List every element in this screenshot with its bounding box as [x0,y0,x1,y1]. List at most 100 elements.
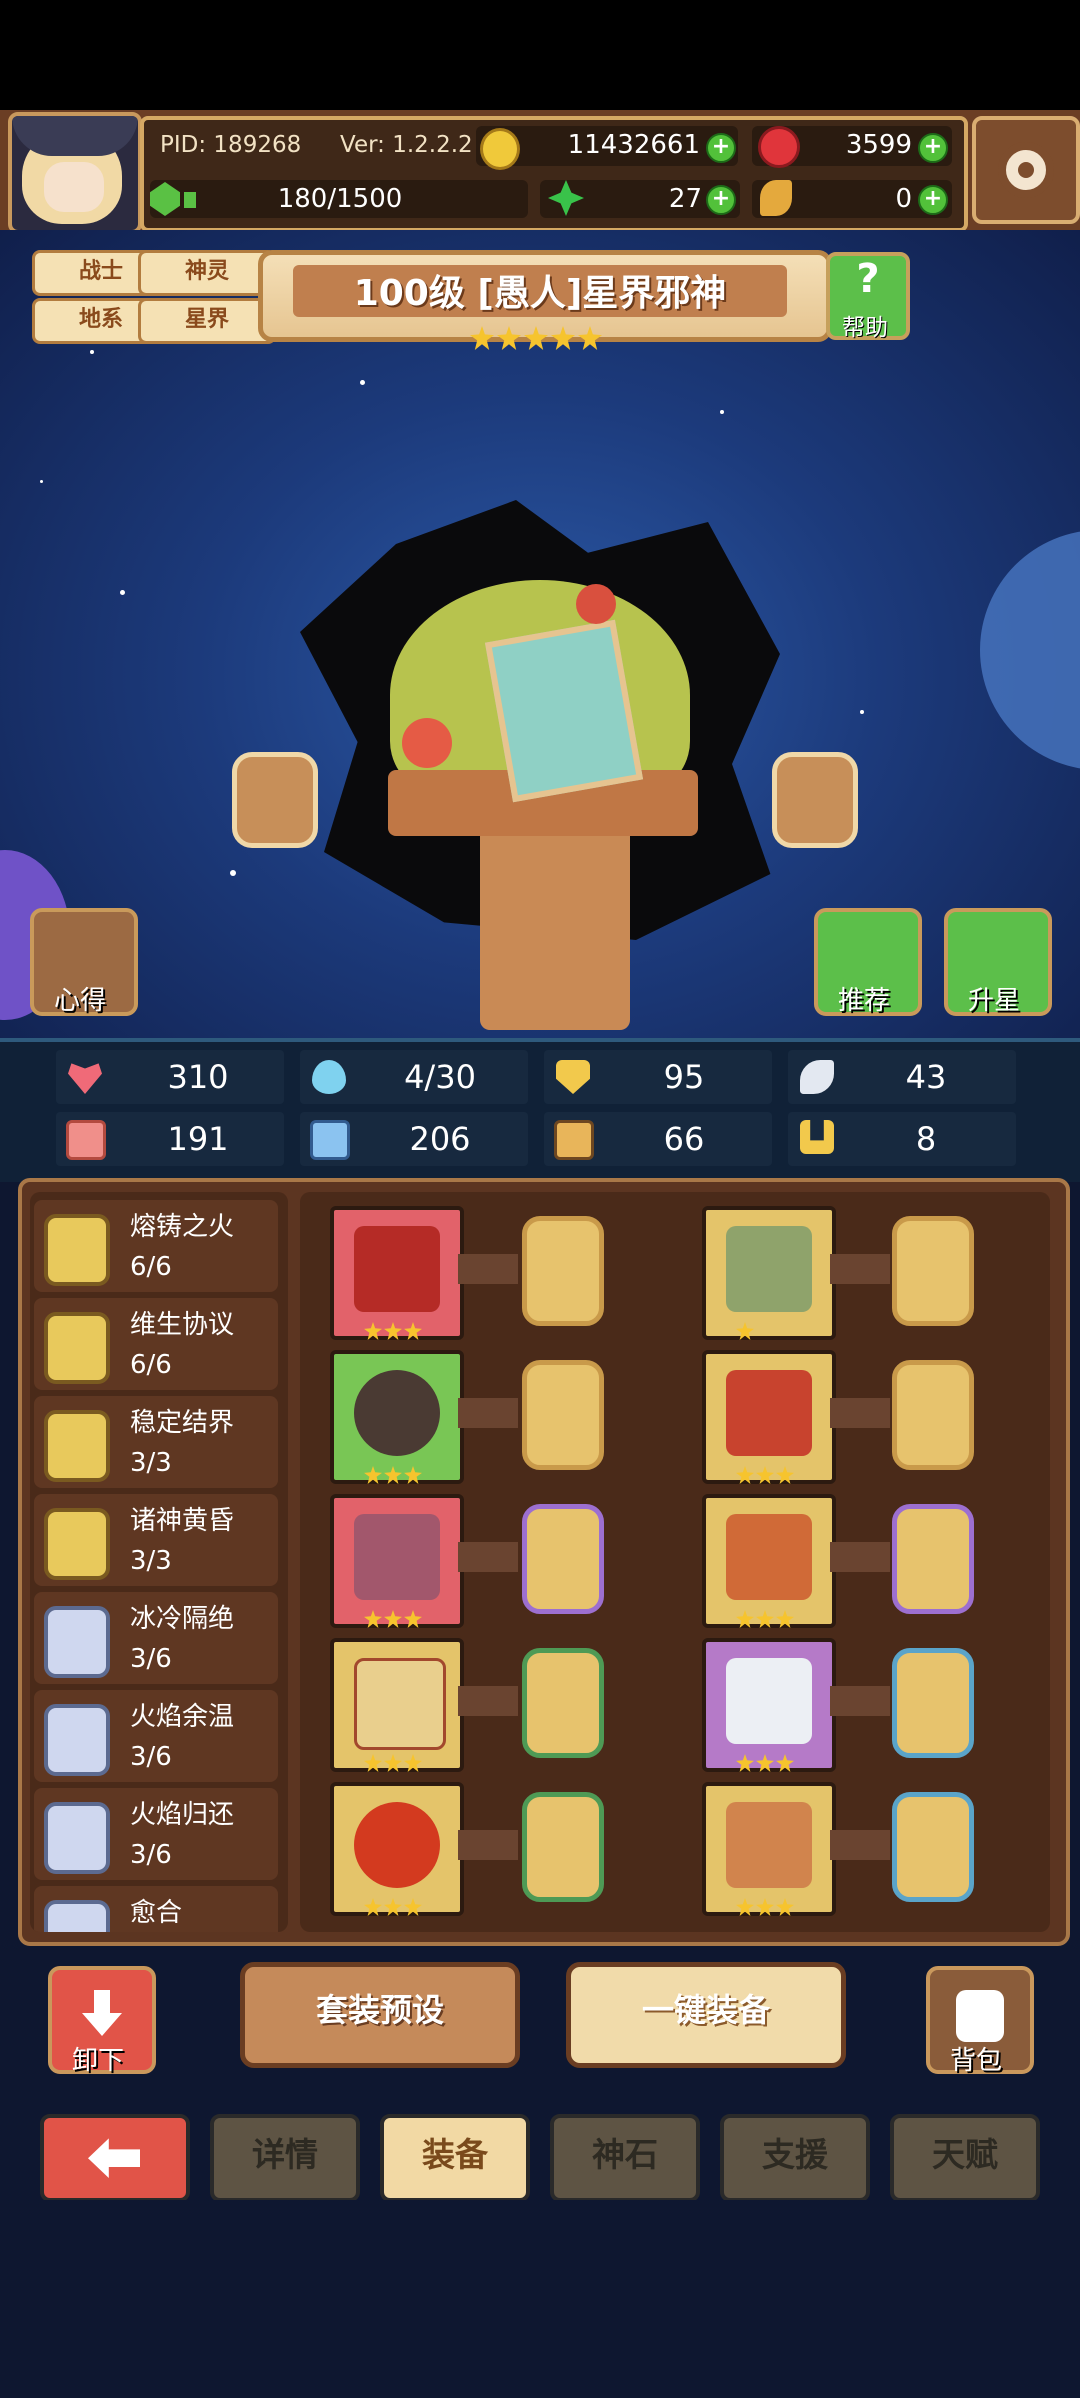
preset-button[interactable]: 套装预设 [240,1962,520,2068]
set-item[interactable]: 诸神黄昏 3/3 [34,1494,278,1586]
equip-slot-shield[interactable] [330,1350,464,1484]
question-icon: ? [856,256,880,302]
gold-badge-icon [44,1410,110,1482]
rune-stone-slot[interactable] [522,1360,604,1470]
rune-stone-slot[interactable] [892,1504,974,1614]
right-planet [980,530,1080,770]
rune-stone-slot[interactable] [522,1504,604,1614]
tab-godstone[interactable]: 神石 [550,2114,700,2202]
tab-support[interactable]: 支援 [720,2114,870,2202]
star-icon [524,326,548,350]
hero-star-rating [470,326,610,354]
equip-all-button[interactable]: 一键装备 [566,1962,846,2068]
star-icon [578,326,602,350]
set-name: 愈合 [130,1898,183,1928]
bottom-spacer [0,2200,1080,2398]
arrow-down-icon [82,1990,122,2036]
boot-icon [554,1120,594,1160]
stat-armor-value: 95 [663,1058,705,1096]
add-gem-button[interactable]: + [918,133,948,163]
star-icon [470,326,494,350]
notes-label: 心得 [53,986,106,1016]
set-name: 冰冷隔绝 [130,1604,235,1634]
red-orb [402,718,452,768]
set-item[interactable]: 冰冷隔绝 3/6 [34,1592,278,1684]
set-item[interactable]: 火焰归还 3/6 [34,1788,278,1880]
unequip-label: 卸下 [71,2046,124,2076]
gear-icon [998,142,1054,198]
settings-button[interactable] [972,116,1080,224]
clover-value: 27 [668,184,702,214]
equip-slot-chest[interactable] [330,1494,464,1628]
silver-badge-icon [44,1802,110,1874]
version-label: Ver: 1.2.2.2 [340,132,473,158]
rune-stone-slot[interactable] [892,1216,974,1326]
equip-slot-scroll[interactable] [702,1494,836,1628]
set-count: 6/6 [130,1252,172,1282]
help-label: 帮助 [842,315,888,341]
add-clover-button[interactable]: + [706,185,736,215]
add-gold-button[interactable]: + [706,133,736,163]
equip-slot-boots[interactable] [702,1782,836,1916]
hero-title: 100级 [愚人]星界邪神 [353,273,727,314]
ruby-icon [758,126,800,168]
stat-mana-value: 4/30 [404,1058,476,1096]
gold-coin-icon [480,128,520,170]
stat-defense-value: 66 [663,1120,705,1158]
set-count: 3/6 [130,1840,172,1870]
left-socket[interactable] [232,752,318,848]
stat-hp-value: 310 [167,1058,229,1096]
set-item[interactable]: 愈合 [34,1886,278,1932]
stamina-value: 180/1500 [277,184,403,214]
tag-race: 神灵 [138,250,276,296]
set-count: 3/3 [130,1546,172,1576]
equip-slot-armor[interactable] [702,1350,836,1484]
star-icon [497,326,521,350]
tab-details[interactable]: 详情 [210,2114,360,2202]
set-name: 火焰归还 [130,1800,235,1830]
equip-slot-ring[interactable] [330,1782,464,1916]
rune-stone-slot[interactable] [522,1648,604,1758]
set-count: 6/6 [130,1350,172,1380]
set-bonus-list[interactable]: 熔铸之火 6/6 维生协议 6/6 稳定结界 3/3 诸神黄昏 3/3 冰冷隔绝… [30,1192,288,1932]
stat-speed-value: 43 [905,1058,947,1096]
rune-stone-slot[interactable] [892,1792,974,1902]
rune-stone-slot[interactable] [522,1792,604,1902]
rune-stone-slot[interactable] [892,1648,974,1758]
feather-value: 0 [895,184,912,214]
status-bar [0,0,1080,110]
player-avatar[interactable] [8,112,142,234]
gem-value: 3599 [845,130,912,160]
right-socket[interactable] [772,752,858,848]
set-item[interactable]: 熔铸之火 6/6 [34,1200,278,1292]
set-name: 火焰余温 [130,1702,235,1732]
tab-equipment[interactable]: 装备 [380,2114,530,2202]
hero-portrait-frame [484,619,644,803]
silver-badge-icon [44,1704,110,1776]
book-icon [310,1120,350,1160]
rune-stone-slot[interactable] [892,1360,974,1470]
set-count: 3/3 [130,1448,172,1478]
red-orb [576,584,616,624]
backpack-icon [956,1990,1004,2042]
upgrade-star-label: 升星 [967,986,1020,1016]
tab-talent[interactable]: 天赋 [890,2114,1040,2202]
rune-stone-slot[interactable] [522,1216,604,1326]
set-count: 3/6 [130,1742,172,1772]
feather-icon [760,180,792,216]
equip-slot-helmet[interactable] [702,1206,836,1340]
equipment-grid [300,1192,1050,1932]
add-feather-button[interactable]: + [918,185,948,215]
set-item[interactable]: 维生协议 6/6 [34,1298,278,1390]
equip-slot-empty[interactable] [330,1638,464,1772]
back-arrow-icon [88,2138,140,2178]
stat-luck-value: 8 [915,1120,937,1158]
tag-realm: 星界 [138,298,276,344]
set-item[interactable]: 火焰余温 3/6 [34,1690,278,1782]
equip-slot-collar[interactable] [702,1638,836,1772]
equip-slot-weapon[interactable] [330,1206,464,1340]
set-count: 3/6 [130,1644,172,1674]
set-item[interactable]: 稳定结界 3/3 [34,1396,278,1488]
back-button[interactable] [40,2114,190,2202]
set-name: 维生协议 [130,1310,235,1340]
